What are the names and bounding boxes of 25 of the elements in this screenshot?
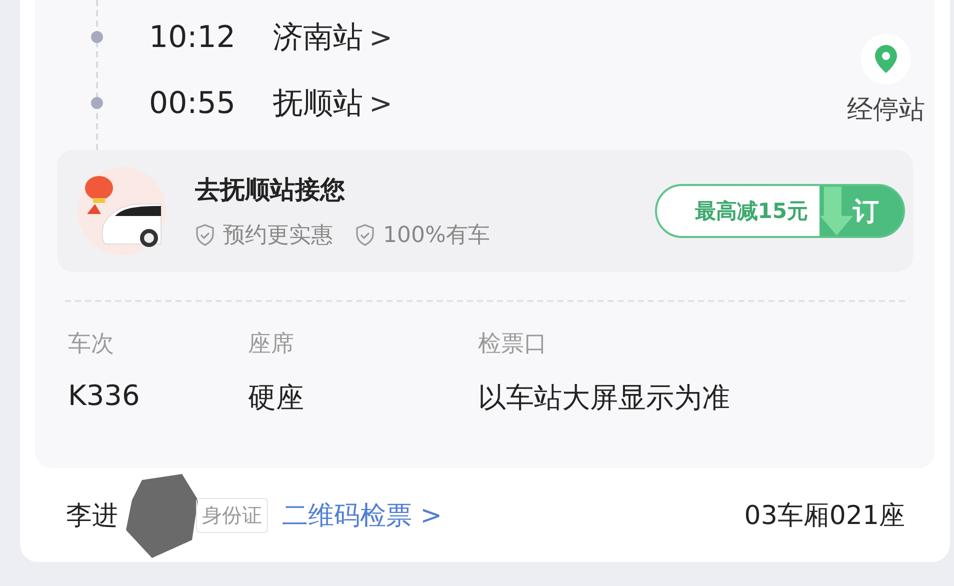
timeline-dot [91,31,103,43]
stop-time: 10:12 [149,20,236,54]
promo-title: 去抚顺站接您 [195,174,346,206]
info-value: 硬座 [248,380,305,416]
location-pin-icon [875,45,897,73]
station-link[interactable]: 济南站 > [273,16,392,58]
info-value: 以车站大屏显示为准 [478,380,731,416]
qr-checkin-link[interactable]: 二维码检票 > [282,498,442,532]
info-label: 座席 [248,330,295,359]
feature-text: 预约更实惠 [223,222,333,250]
passenger-name: 李进 [66,500,118,532]
info-label: 车次 [68,330,115,359]
shield-check-icon [195,224,215,246]
car-lantern-icon [77,166,167,256]
stop-time: 00:55 [149,86,236,120]
id-type-tag: 身份证 [196,498,268,532]
info-label: 检票口 [478,330,548,359]
timeline-dot [91,97,103,109]
info-value: K336 [68,379,141,412]
station-link[interactable]: 抚顺站 > [273,82,392,124]
seat-number: 03车厢021座 [744,500,905,532]
feature-text: 100%有车 [383,222,490,250]
stops-button[interactable]: 经停站 [847,34,925,128]
arrow-down-icon [820,186,853,236]
shield-check-icon [355,224,375,246]
